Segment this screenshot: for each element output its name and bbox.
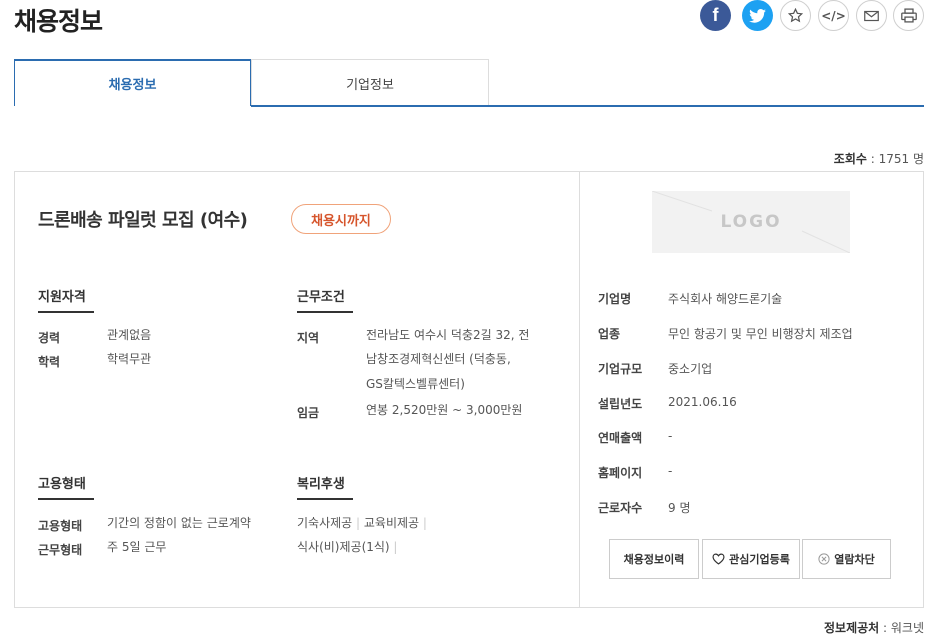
facebook-share-button[interactable]: f: [700, 0, 731, 31]
favorite-company-button[interactable]: 관심기업등록: [702, 539, 800, 579]
job-history-button[interactable]: 채용정보이력: [609, 539, 699, 579]
print-button[interactable]: [893, 0, 924, 31]
employment-underline: [38, 498, 94, 500]
experience-label: 경력: [38, 331, 61, 345]
block-icon: [818, 553, 830, 565]
homepage-label: 홈페이지: [598, 466, 643, 480]
tab-job-info[interactable]: 채용정보: [14, 59, 251, 106]
benefit-item: 교육비제공: [363, 516, 420, 530]
salary-value: 연봉 2,520만원 ~ 3,000만원: [366, 403, 523, 417]
benefits-row-2: 식사(비)제공(1식) |: [297, 540, 398, 554]
embed-code-icon: </>: [821, 8, 846, 23]
contract-type-label: 고용형태: [38, 519, 83, 533]
mail-icon: [864, 10, 879, 21]
founded-label: 설립년도: [598, 397, 643, 411]
embed-button[interactable]: </>: [818, 0, 849, 31]
benefits-row-1: 기숙사제공 | 교육비제공 |: [297, 516, 427, 530]
industry-value: 무인 항공기 및 무인 비행장치 제조업: [668, 327, 853, 341]
benefits-underline: [297, 498, 353, 500]
email-button[interactable]: [856, 0, 887, 31]
company-name-label: 기업명: [598, 292, 632, 306]
education-value: 학력무관: [107, 352, 152, 366]
card-divider: [579, 172, 580, 607]
region-value-line-2: 남창조경제혁신센터 (덕충동,: [366, 352, 511, 366]
facebook-icon: f: [712, 5, 719, 25]
info-source-value: 워크넷: [890, 621, 924, 635]
qualifications-heading: 지원자격: [38, 290, 86, 305]
region-value-line-3: GS칼텍스벨류센터): [366, 377, 465, 391]
view-count-label: 조회수: [833, 152, 867, 166]
info-source-label: 정보제공처: [824, 621, 880, 635]
work-type-label: 근무형태: [38, 543, 83, 557]
benefit-item: 기숙사제공: [297, 516, 353, 530]
block-view-button[interactable]: 열람차단: [802, 539, 891, 579]
block-view-label: 열람차단: [834, 553, 875, 566]
contract-type-value: 기간의 정함이 없는 근로계약: [107, 516, 251, 530]
tab-company-info[interactable]: 기업정보: [251, 59, 489, 106]
benefits-heading: 복리후생: [297, 477, 345, 492]
twitter-share-button[interactable]: [742, 0, 773, 31]
company-size-value: 중소기업: [668, 362, 713, 376]
logo-text: LOGO: [720, 212, 782, 232]
benefit-item: 식사(비)제공(1식): [297, 540, 390, 554]
region-value-line-1: 전라남도 여수시 덕충2길 32, 전: [366, 328, 530, 342]
job-history-label: 채용정보이력: [623, 553, 685, 566]
revenue-value: -: [668, 429, 673, 443]
view-count-value: 1751 명: [878, 152, 924, 166]
twitter-icon: [749, 8, 766, 23]
salary-label: 임금: [297, 406, 320, 420]
info-source: 정보제공처 : 워크넷: [824, 621, 924, 635]
print-icon: [900, 8, 917, 23]
tab-underline: [251, 105, 924, 107]
heart-icon: [712, 553, 725, 565]
employees-value: 9 명: [668, 501, 691, 515]
conditions-underline: [297, 311, 353, 313]
industry-label: 업종: [598, 327, 621, 341]
employees-label: 근로자수: [598, 501, 643, 515]
star-icon: [788, 8, 803, 23]
bookmark-button[interactable]: [780, 0, 811, 31]
view-count: 조회수 : 1751 명: [833, 152, 924, 166]
company-logo: LOGO: [652, 191, 850, 253]
company-size-label: 기업규모: [598, 362, 643, 376]
revenue-label: 연매출액: [598, 431, 643, 445]
qualifications-underline: [38, 311, 94, 313]
favorite-company-label: 관심기업등록: [729, 553, 790, 566]
company-name-value: 주식회사 해양드론기술: [668, 292, 783, 306]
region-label: 지역: [297, 331, 320, 345]
homepage-value: -: [668, 464, 673, 478]
deadline-badge: 채용시까지: [291, 204, 391, 234]
employment-heading: 고용형태: [38, 477, 86, 492]
education-label: 학력: [38, 355, 61, 369]
page-title: 채용정보: [14, 7, 103, 36]
work-type-value: 주 5일 근무: [107, 540, 167, 554]
founded-value: 2021.06.16: [668, 395, 737, 409]
conditions-heading: 근무조건: [297, 290, 345, 305]
experience-value: 관계없음: [107, 328, 152, 342]
job-title: 드론배송 파일럿 모집 (여수): [38, 210, 248, 231]
